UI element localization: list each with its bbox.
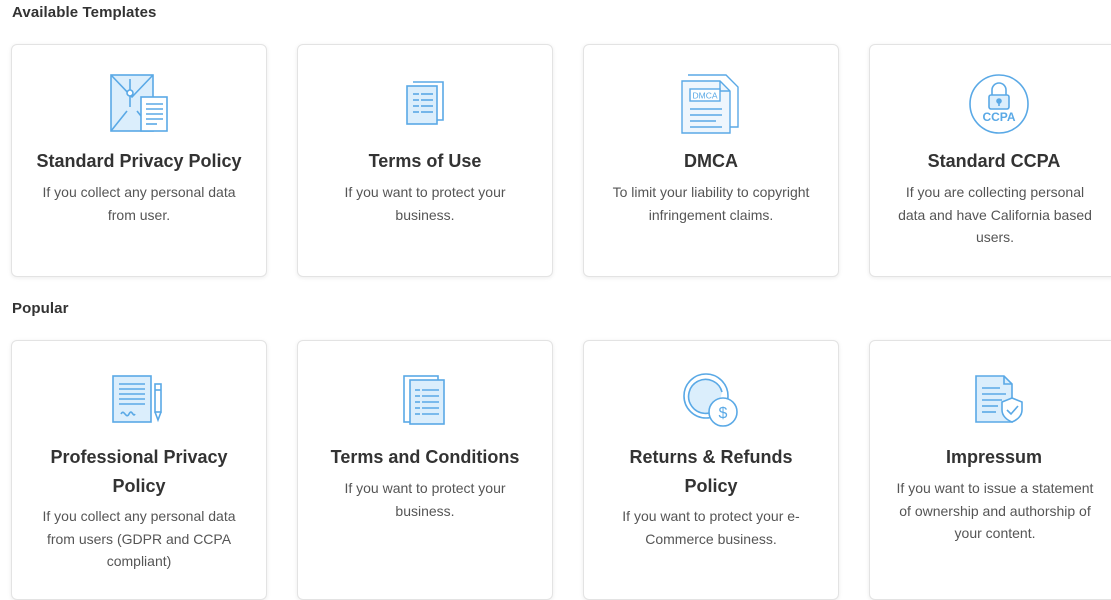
template-card-standard-ccpa[interactable]: CCPA Standard CCPA If you are collecting… xyxy=(869,44,1111,277)
card-title: Terms and Conditions xyxy=(330,447,520,467)
section-heading-popular: Popular xyxy=(12,300,69,317)
ccpa-icon-text: CCPA xyxy=(982,110,1015,124)
ccpa-lock-icon: CCPA xyxy=(870,73,1111,135)
document-shield-icon xyxy=(870,369,1111,431)
card-title: DMCA xyxy=(684,151,738,171)
card-title: Standard CCPA xyxy=(927,151,1061,171)
template-card-dmca[interactable]: DMCA DMCA To limit your liability to cop… xyxy=(583,44,839,277)
card-title: Professional Privacy Policy xyxy=(50,447,228,496)
section-heading-available-templates: Available Templates xyxy=(12,4,157,21)
card-description: To limit your liability to copyright inf… xyxy=(612,184,810,223)
svg-text:$: $ xyxy=(719,405,728,422)
card-description: If you collect any personal data from us… xyxy=(42,508,236,569)
card-title: Impressum xyxy=(945,447,1043,467)
template-card-returns-refunds-policy[interactable]: $ Returns & Refunds Policy If you want t… xyxy=(583,340,839,600)
card-title: Standard Privacy Policy xyxy=(36,151,242,171)
template-card-impressum[interactable]: Impressum If you want to issue a stateme… xyxy=(869,340,1111,600)
signed-document-pen-icon xyxy=(12,369,266,431)
card-description: If you want to protect your business. xyxy=(344,184,506,223)
document-icon xyxy=(298,73,552,135)
card-description: If you collect any personal data from us… xyxy=(42,184,236,223)
document-stack-icon xyxy=(298,369,552,431)
dmca-document-icon: DMCA xyxy=(584,73,838,135)
card-title: Returns & Refunds Policy xyxy=(629,447,793,496)
template-card-standard-privacy-policy[interactable]: Standard Privacy Policy If you collect a… xyxy=(11,44,267,277)
card-description: If you want to protect your e-Commerce b… xyxy=(622,508,800,547)
envelope-document-icon xyxy=(12,73,266,135)
dmca-icon-text: DMCA xyxy=(692,91,717,101)
template-card-terms-of-use[interactable]: Terms of Use If you want to protect your… xyxy=(297,44,553,277)
card-title: Terms of Use xyxy=(368,151,482,171)
card-description: If you want to issue a statement of owne… xyxy=(896,480,1094,541)
card-description: If you are collecting personal data and … xyxy=(898,184,1092,245)
refund-dollar-icon: $ xyxy=(584,369,838,431)
card-description: If you want to protect your business. xyxy=(344,480,506,519)
template-card-professional-privacy-policy[interactable]: Professional Privacy Policy If you colle… xyxy=(11,340,267,600)
template-card-terms-and-conditions[interactable]: Terms and Conditions If you want to prot… xyxy=(297,340,553,600)
